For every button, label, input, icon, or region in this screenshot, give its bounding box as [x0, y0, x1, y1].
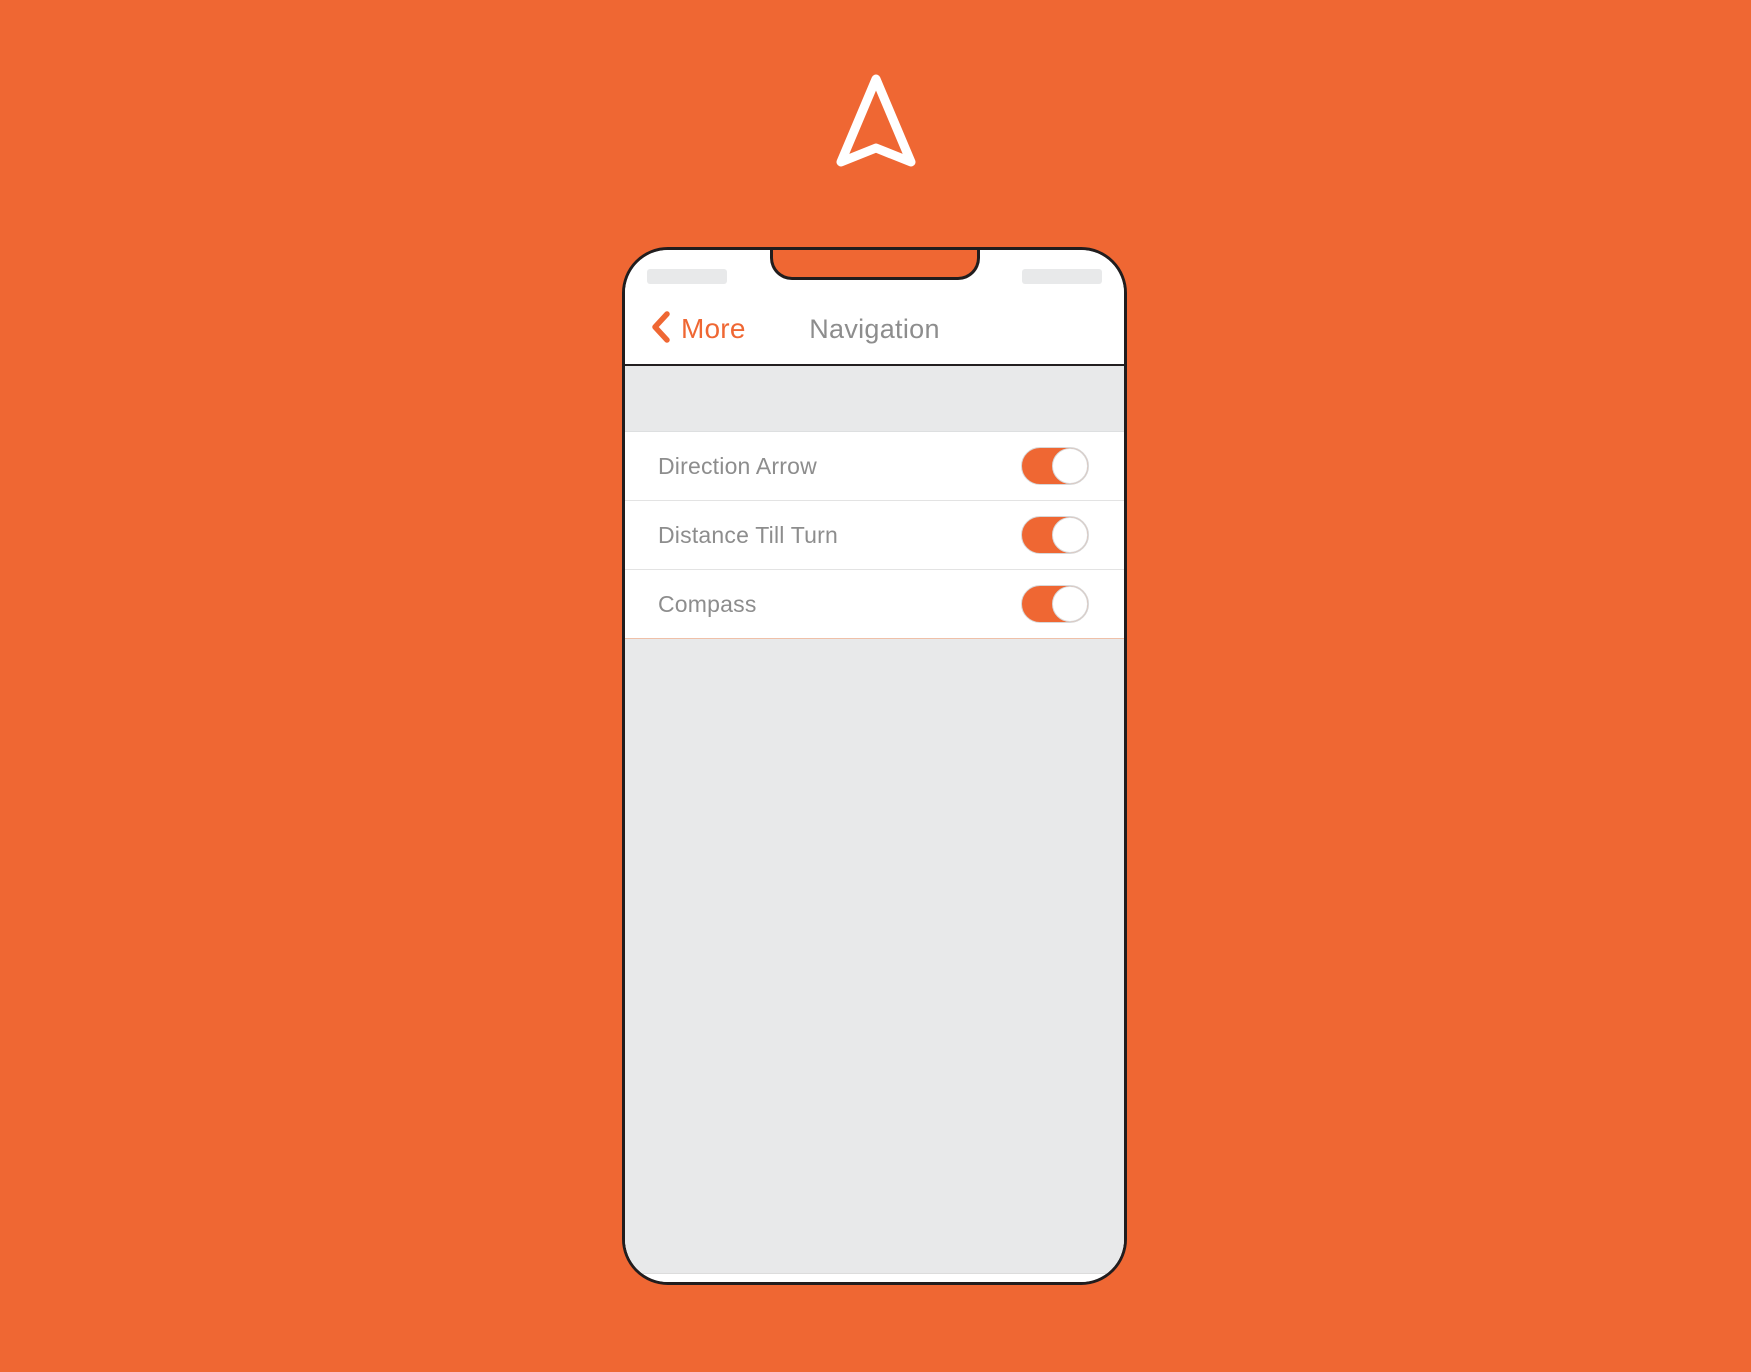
setting-row-distance-till-turn[interactable]: Distance Till Turn — [625, 501, 1124, 570]
search-icon — [754, 1284, 796, 1285]
setting-row-direction-arrow[interactable]: Direction Arrow — [625, 432, 1124, 501]
home-icon: 11 — [652, 1284, 698, 1285]
three-dots-icon — [1050, 1284, 1098, 1285]
status-bar-left-placeholder — [647, 268, 727, 284]
toggle-distance-till-turn[interactable] — [1021, 516, 1089, 554]
tab-item-record[interactable]: Record — [825, 1274, 925, 1285]
toggle-knob — [1052, 586, 1088, 622]
toggle-knob — [1052, 517, 1088, 553]
toggle-compass[interactable] — [1021, 585, 1089, 623]
toggle-direction-arrow[interactable] — [1021, 447, 1089, 485]
record-circle-icon — [854, 1284, 894, 1285]
tab-item-profile[interactable]: Profile — [924, 1274, 1024, 1285]
setting-row-compass[interactable]: Compass — [625, 570, 1124, 639]
brand-logo — [0, 62, 1751, 182]
person-icon — [954, 1284, 994, 1285]
setting-label: Compass — [658, 590, 757, 617]
back-button-label: More — [681, 313, 746, 344]
back-button[interactable]: More — [651, 310, 746, 348]
section-spacer — [625, 366, 1124, 432]
feed-badge: 11 — [678, 1282, 716, 1285]
status-bar — [625, 250, 1124, 294]
setting-label: Distance Till Turn — [658, 521, 838, 548]
tab-item-more[interactable]: More — [1024, 1274, 1124, 1285]
phone-notch — [769, 250, 980, 280]
navigation-arrow-icon — [834, 72, 918, 172]
setting-label: Direction Arrow — [658, 452, 817, 479]
empty-list-area — [625, 639, 1124, 1273]
nav-bar: More Navigation — [625, 294, 1124, 366]
chevron-left-icon — [651, 310, 671, 348]
status-bar-right-placeholder — [1022, 268, 1102, 284]
bottom-tab-bar: 11 Feed Explore Record — [625, 1273, 1124, 1285]
phone-mockup: More Navigation Direction Arrow Distance… — [622, 247, 1127, 1285]
page-title: Navigation — [809, 313, 940, 344]
settings-content: Direction Arrow Distance Till Turn Compa… — [625, 366, 1124, 1273]
settings-list: Direction Arrow Distance Till Turn Compa… — [625, 432, 1124, 639]
tab-item-feed[interactable]: 11 Feed — [625, 1274, 725, 1285]
tab-item-explore[interactable]: Explore — [725, 1274, 825, 1285]
toggle-knob — [1052, 448, 1088, 484]
